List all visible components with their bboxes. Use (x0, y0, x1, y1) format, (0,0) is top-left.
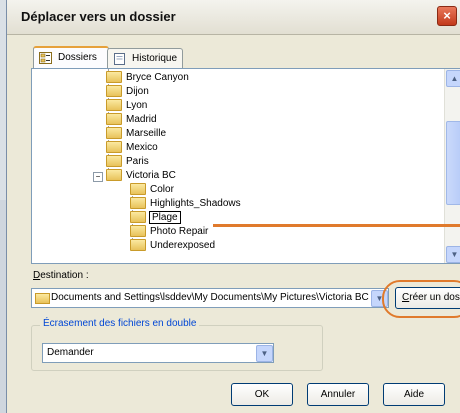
tree-item-victoria-bc[interactable]: Victoria BC (106, 169, 177, 183)
tree-item-label: Color (150, 184, 174, 195)
arrow-down-icon: ▼ (450, 250, 459, 259)
folder-icon (130, 183, 146, 195)
rename-field[interactable]: Plage (149, 211, 181, 224)
minus-icon: − (95, 172, 101, 181)
tree-item-dijon[interactable]: Dijon (106, 85, 150, 99)
folder-icon (106, 127, 122, 139)
arrow-up-icon: ▲ (450, 74, 459, 83)
tree-item-highlights-shadows[interactable]: Highlights_Shadows (130, 197, 242, 211)
tree-item-label: Victoria BC (126, 170, 176, 181)
folder-icon (106, 85, 122, 97)
folder-icon (106, 169, 122, 181)
help-label: Aide (403, 389, 424, 400)
tree-item-label: Marseille (126, 128, 167, 139)
folders-icon (39, 52, 52, 64)
collapse-toggle[interactable]: − (93, 172, 103, 182)
folder-tree: Bryce Canyon Dijon Lyon Madrid Marseille… (32, 69, 444, 263)
tree-item-plage[interactable]: Plage (130, 211, 181, 225)
tab-dossiers[interactable]: Dossiers (33, 46, 109, 70)
overwrite-dropdown-button[interactable]: ▼ (256, 345, 273, 362)
destination-label-rest: estination : (40, 270, 89, 281)
folder-icon (106, 141, 122, 153)
ok-label: OK (254, 389, 270, 400)
folder-icon (106, 99, 122, 111)
tree-item-mexico[interactable]: Mexico (106, 141, 159, 155)
folder-icon (130, 197, 146, 209)
help-button[interactable]: Aide (383, 383, 445, 406)
tree-item-lyon[interactable]: Lyon (106, 99, 148, 113)
folder-icon (130, 225, 146, 237)
cancel-label: Annuler (320, 389, 356, 400)
tree-item-marseille[interactable]: Marseille (106, 127, 167, 141)
tree-item-label: Underexposed (150, 240, 216, 251)
destination-path: Documents and Settings\lsddev\My Documen… (51, 292, 369, 303)
tab-dossiers-label: Dossiers (58, 52, 97, 63)
tree-item-paris[interactable]: Paris (106, 155, 150, 169)
chevron-down-icon: ▼ (260, 349, 269, 358)
tree-item-label: Lyon (126, 100, 148, 111)
folder-icon (35, 293, 50, 304)
tree-item-label: Paris (126, 156, 149, 167)
scroll-down-button[interactable]: ▼ (446, 246, 460, 263)
title-bar: Déplacer vers un dossier × (7, 0, 460, 35)
folder-tree-panel: Bryce Canyon Dijon Lyon Madrid Marseille… (31, 68, 460, 264)
scroll-up-button[interactable]: ▲ (446, 70, 460, 87)
close-icon: × (443, 8, 451, 23)
tree-item-label: Bryce Canyon (126, 72, 189, 83)
tree-item-label: Madrid (126, 114, 157, 125)
annotation-arrow-line (213, 224, 460, 227)
folder-icon (130, 211, 146, 223)
ok-button[interactable]: OK (231, 383, 293, 406)
folder-icon (130, 239, 146, 251)
folder-icon (106, 155, 122, 167)
tree-item-color[interactable]: Color (130, 183, 175, 197)
folder-icon (106, 113, 122, 125)
overwrite-legend: Écrasement des fichiers en double (40, 318, 200, 329)
close-button[interactable]: × (437, 6, 457, 26)
tree-item-photo-repair[interactable]: Photo Repair (130, 225, 209, 239)
tree-item-label: Highlights_Shadows (150, 198, 241, 209)
scroll-thumb[interactable] (446, 121, 460, 205)
move-to-folder-dialog: Déplacer vers un dossier × Dossiers Hist… (6, 0, 460, 413)
overwrite-select[interactable]: Demander ▼ (42, 343, 274, 363)
tree-item-label: Mexico (126, 142, 158, 153)
tree-scrollbar[interactable]: ▲ ▼ (444, 69, 460, 263)
overwrite-group: Écrasement des fichiers en double Demand… (31, 318, 323, 371)
tree-item-label: Dijon (126, 86, 149, 97)
tree-item-underexposed[interactable]: Underexposed (130, 239, 216, 253)
dialog-title: Déplacer vers un dossier (21, 9, 176, 24)
tree-item-bryce-canyon[interactable]: Bryce Canyon (106, 71, 190, 85)
tree-item-label: Photo Repair (150, 226, 209, 237)
annotation-highlight-oval (382, 280, 460, 318)
history-icon (114, 53, 125, 65)
cancel-button[interactable]: Annuler (307, 383, 369, 406)
destination-combobox[interactable]: Documents and Settings\lsddev\My Documen… (31, 288, 389, 308)
destination-label: Destination : (33, 270, 89, 281)
tree-item-madrid[interactable]: Madrid (106, 113, 158, 127)
tab-historique[interactable]: Historique (107, 48, 183, 69)
tab-historique-label: Historique (132, 53, 178, 64)
overwrite-value: Demander (47, 347, 94, 358)
folder-icon (106, 71, 122, 83)
